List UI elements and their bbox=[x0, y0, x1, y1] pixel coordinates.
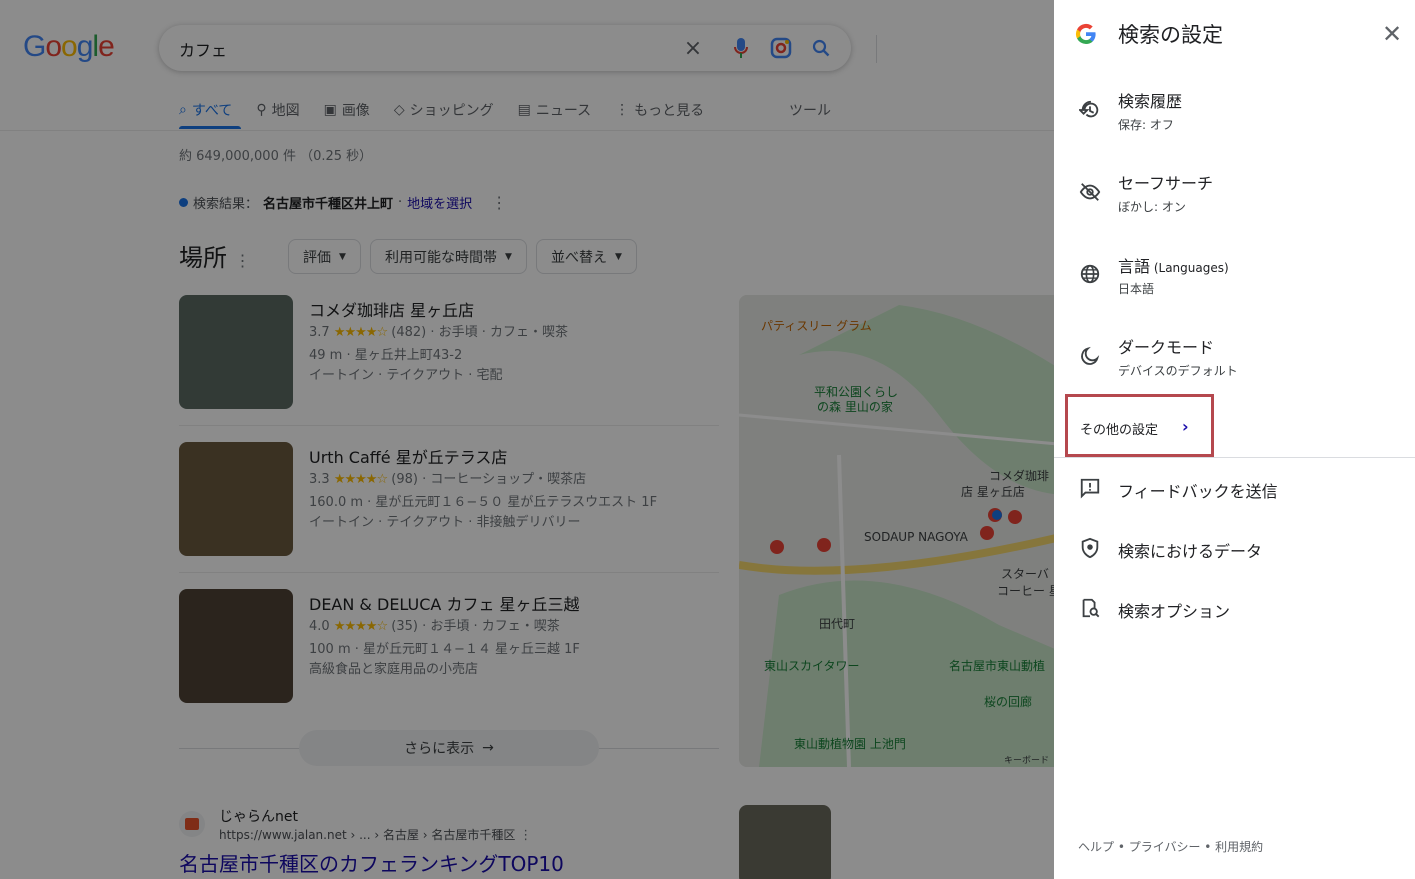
history-icon bbox=[1078, 98, 1102, 122]
link-label: 検索オプション bbox=[1118, 602, 1231, 621]
moon-icon bbox=[1078, 344, 1102, 368]
setting-label: ダークモード bbox=[1118, 338, 1215, 357]
chevron-right-icon: › bbox=[1182, 417, 1189, 436]
setting-status: 日本語 bbox=[1118, 282, 1155, 296]
link-label: フィードバックを送信 bbox=[1118, 482, 1278, 501]
google-g-icon bbox=[1075, 23, 1096, 45]
dim-overlay[interactable] bbox=[0, 0, 1054, 879]
eye-off-icon bbox=[1078, 180, 1102, 204]
close-icon[interactable]: ✕ bbox=[1380, 22, 1404, 46]
shield-icon bbox=[1078, 536, 1102, 560]
setting-label: 言語 (Languages) bbox=[1118, 257, 1229, 276]
search-settings-panel: 検索の設定 ✕ 検索履歴 保存: オフ セーフサーチ ぼかし: オン 言語 (L… bbox=[1054, 0, 1415, 879]
panel-footer-links[interactable]: ヘルプ • プライバシー • 利用規約 bbox=[1078, 838, 1263, 855]
other-settings-label: その他の設定 bbox=[1080, 423, 1159, 438]
feedback-icon bbox=[1078, 476, 1102, 500]
setting-label: 検索履歴 bbox=[1118, 92, 1183, 111]
setting-status: 保存: オフ bbox=[1118, 118, 1174, 132]
other-settings-button[interactable]: その他の設定 › bbox=[1065, 394, 1214, 457]
setting-status: デバイスのデフォルト bbox=[1118, 364, 1238, 378]
panel-title: 検索の設定 bbox=[1118, 23, 1223, 47]
panel-divider bbox=[1054, 457, 1415, 458]
search-options-icon bbox=[1078, 596, 1102, 620]
setting-label: セーフサーチ bbox=[1118, 174, 1214, 193]
globe-icon bbox=[1078, 262, 1102, 286]
link-label: 検索におけるデータ bbox=[1118, 542, 1263, 561]
setting-status: ぼかし: オン bbox=[1118, 200, 1186, 214]
